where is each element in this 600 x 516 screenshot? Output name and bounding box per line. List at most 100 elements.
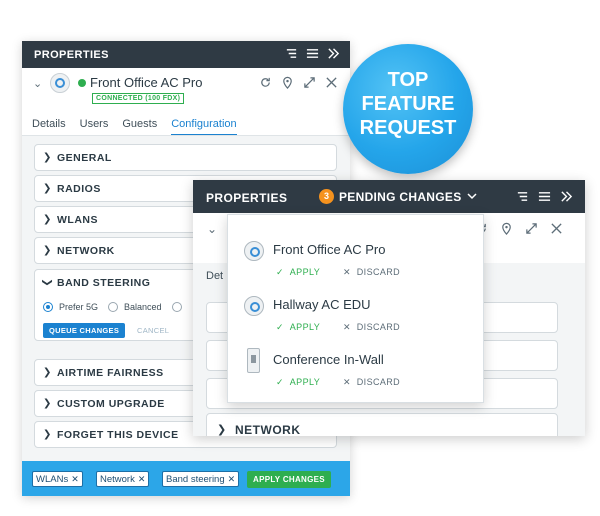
queue-changes-button[interactable]: QUEUE CHANGES (43, 323, 126, 338)
discard-label: DISCARD (356, 322, 401, 332)
device-row: ⌄ Front Office AC Pro CONNECTED (100 FDX… (22, 68, 350, 110)
discard-button[interactable]: ✕ DISCARD (343, 322, 400, 333)
chevron-right-icon: ❯ (43, 429, 52, 440)
radio-prefer-5g[interactable] (43, 302, 53, 312)
refresh-icon[interactable] (259, 76, 272, 89)
discard-button[interactable]: ✕ DISCARD (343, 377, 400, 388)
tab-details[interactable]: Det (206, 270, 223, 282)
expand-icon[interactable] (303, 76, 316, 89)
pending-item: Conference In-Wall ✓ APPLY ✕ DISCARD (228, 343, 483, 398)
check-icon: ✓ (276, 322, 284, 332)
panel-header: PROPERTIES (22, 41, 350, 68)
expand-icon[interactable] (525, 222, 538, 235)
badge-line: TOP (387, 69, 429, 91)
section-label: WLANS (57, 214, 98, 226)
tab-guests[interactable]: Guests (122, 118, 157, 136)
panel-header: PROPERTIES 3 PENDING CHANGES (193, 180, 585, 213)
badge-line: FEATURE (361, 93, 455, 115)
access-point-icon (50, 73, 70, 93)
pending-device-name: Front Office AC Pro (273, 242, 386, 257)
check-icon: ✓ (276, 267, 284, 277)
device-actions (259, 76, 338, 89)
band-steering-options: Prefer 5G Balanced (43, 302, 182, 312)
chip-band-steering: Band steering ✕ (162, 471, 240, 487)
sort-icon[interactable] (285, 47, 298, 60)
collapse-panel-icon[interactable] (327, 47, 340, 60)
badge-text: TOP FEATURE REQUEST (343, 68, 473, 140)
chevron-right-icon: ❯ (43, 183, 52, 194)
chip-label: Network (100, 474, 135, 485)
header-actions (516, 190, 573, 203)
close-icon: ✕ (343, 322, 351, 332)
header-actions (285, 47, 340, 60)
pending-changes-toggle[interactable]: 3 PENDING CHANGES (319, 189, 477, 204)
chevron-down-icon[interactable]: ⌄ (207, 222, 217, 236)
section-label: AIRTIME FAIRNESS (57, 367, 164, 379)
section-label: FORGET THIS DEVICE (57, 429, 179, 441)
menu-icon[interactable] (538, 190, 551, 203)
radio-label: Prefer 5G (59, 302, 99, 312)
remove-chip-icon[interactable]: ✕ (228, 474, 236, 484)
section-label: GENERAL (57, 152, 112, 164)
pending-changes-label: PENDING CHANGES (339, 189, 462, 204)
section-network[interactable]: ❯ NETWORK (206, 413, 558, 436)
close-icon: ✕ (343, 377, 351, 387)
section-label: NETWORK (235, 423, 301, 436)
apply-button[interactable]: ✓ APPLY (276, 377, 320, 388)
close-icon[interactable] (325, 76, 338, 89)
cancel-button[interactable]: CANCEL (137, 323, 169, 338)
apply-changes-button[interactable]: APPLY CHANGES (247, 471, 331, 488)
discard-button[interactable]: ✕ DISCARD (343, 267, 400, 278)
chevron-right-icon: ❯ (43, 214, 52, 225)
section-label: NETWORK (57, 245, 115, 257)
location-pin-icon[interactable] (281, 76, 294, 89)
remove-chip-icon[interactable]: ✕ (71, 474, 79, 484)
pending-count-badge: 3 (319, 189, 334, 204)
chip-wlans: WLANs ✕ (32, 471, 83, 487)
tab-configuration[interactable]: Configuration (171, 118, 237, 136)
apply-button[interactable]: ✓ APPLY (276, 267, 320, 278)
section-label: BAND STEERING (57, 277, 151, 289)
apply-button[interactable]: ✓ APPLY (276, 322, 320, 333)
access-point-icon (244, 296, 264, 316)
device-actions (475, 222, 563, 235)
pending-item: Hallway AC EDU ✓ APPLY ✕ DISCARD (228, 288, 483, 343)
chevron-down-icon[interactable]: ⌄ (33, 77, 42, 90)
check-icon: ✓ (276, 377, 284, 387)
chevron-right-icon: ❯ (43, 152, 52, 163)
chevron-right-icon: ❯ (217, 424, 227, 436)
badge-line: REQUEST (359, 117, 457, 139)
location-pin-icon[interactable] (500, 222, 513, 235)
close-icon[interactable] (550, 222, 563, 235)
close-icon: ✕ (343, 267, 351, 277)
chevron-down-icon (466, 193, 477, 200)
chevron-right-icon: ❯ (43, 398, 52, 409)
online-status-dot (78, 79, 86, 87)
connection-status-badge: CONNECTED (100 FDX) (92, 93, 185, 104)
section-general[interactable]: ❯ GENERAL (34, 144, 337, 171)
in-wall-ap-icon (247, 348, 260, 373)
chevron-right-icon: ❯ (43, 367, 52, 378)
section-label: CUSTOM UPGRADE (57, 398, 165, 410)
panel-title: PROPERTIES (34, 49, 109, 61)
panel-title: PROPERTIES (206, 191, 288, 205)
apply-label: APPLY (289, 322, 321, 332)
collapse-panel-icon[interactable] (560, 190, 573, 203)
access-point-icon (244, 241, 264, 261)
radio-option-3[interactable] (171, 302, 182, 312)
chevron-down-icon[interactable]: ❯ (42, 278, 53, 286)
chip-label: Band steering (166, 474, 225, 485)
panel-tabs: Details Users Guests Configuration (32, 118, 237, 136)
menu-icon[interactable] (306, 47, 319, 60)
pending-device-name: Hallway AC EDU (273, 297, 371, 312)
sort-icon[interactable] (516, 190, 529, 203)
chip-network: Network ✕ (96, 471, 150, 487)
tab-details[interactable]: Details (32, 118, 66, 136)
chip-label: WLANs (36, 474, 69, 485)
feature-request-badge: TOP FEATURE REQUEST (343, 44, 473, 174)
remove-chip-icon[interactable]: ✕ (138, 474, 146, 484)
radio-balanced[interactable] (108, 302, 119, 312)
tab-users[interactable]: Users (80, 118, 109, 136)
pending-changes-dropdown: Front Office AC Pro ✓ APPLY ✕ DISCARD Ha… (227, 214, 484, 403)
chevron-right-icon: ❯ (43, 245, 52, 256)
